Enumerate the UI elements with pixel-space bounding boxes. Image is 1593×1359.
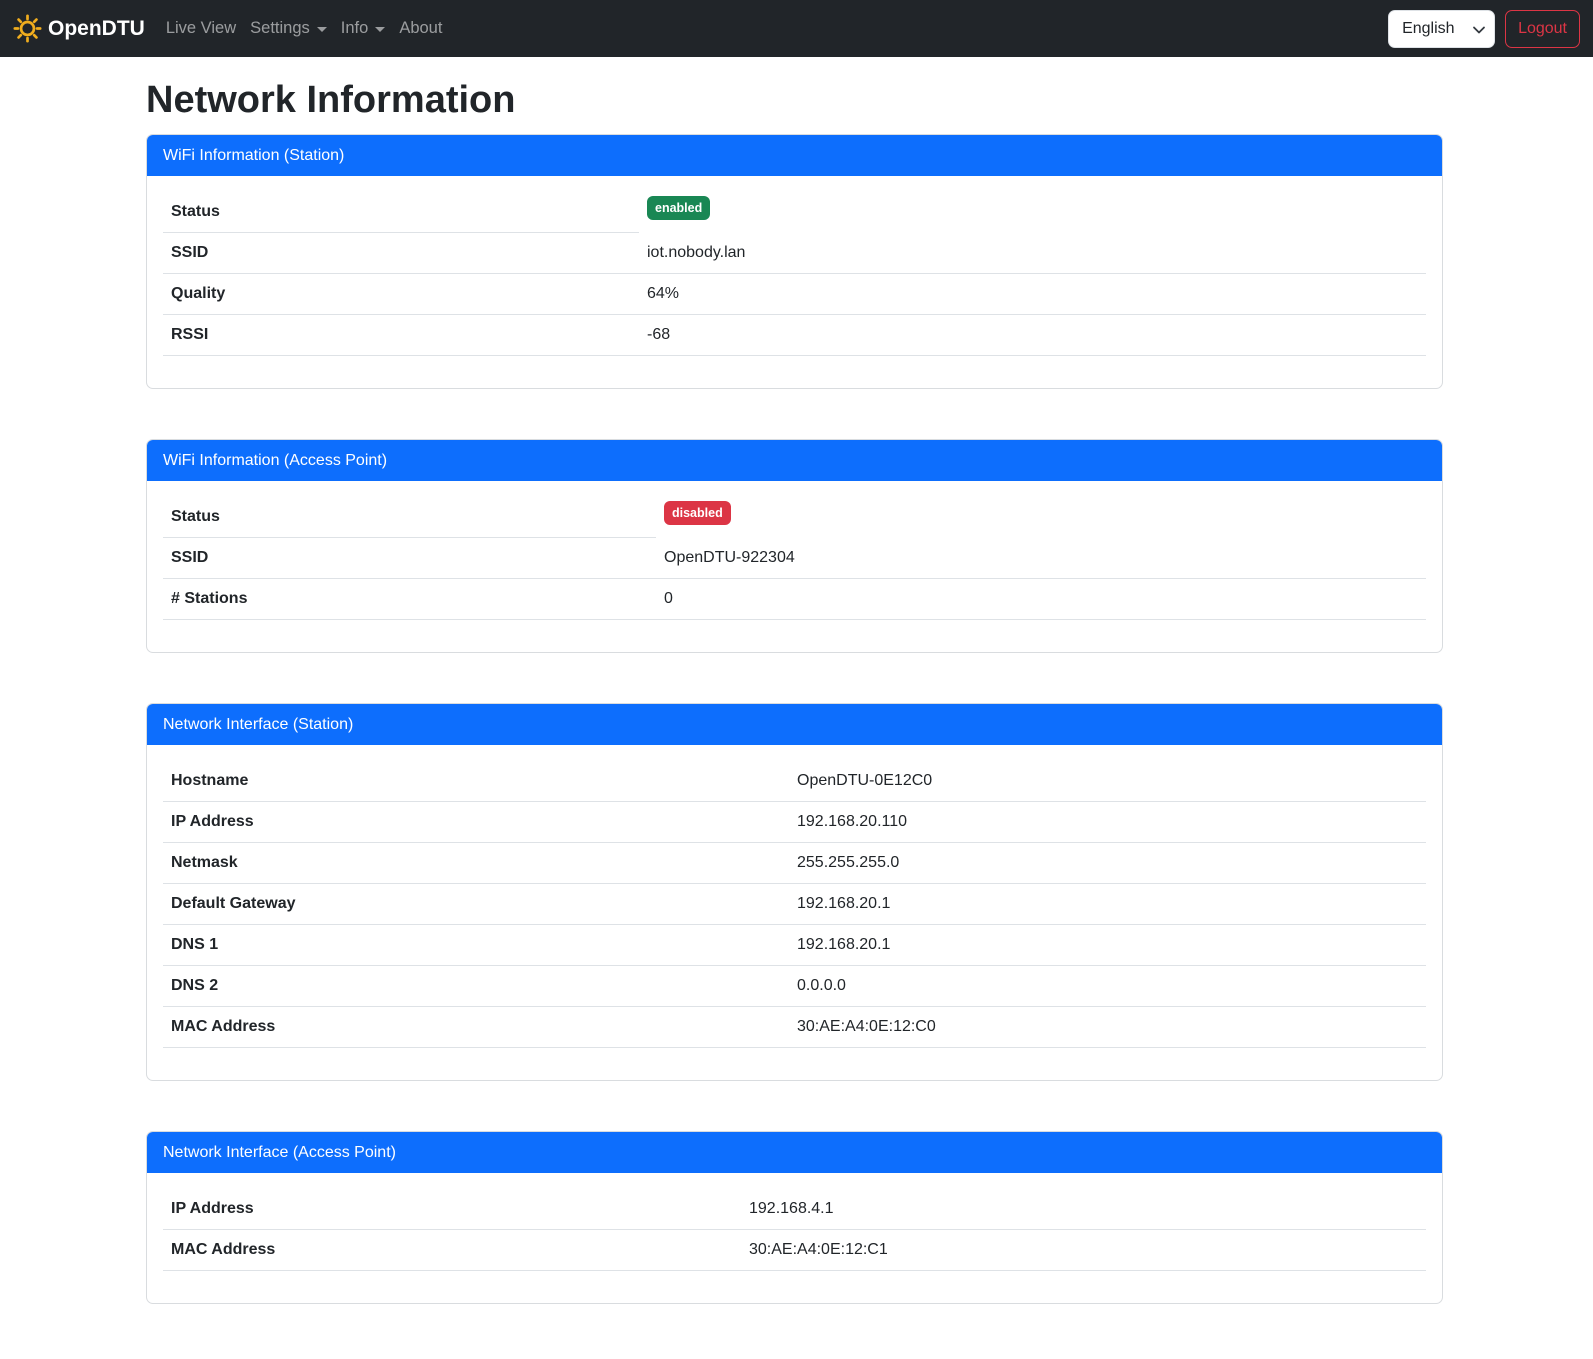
card-table: Status enabled SSID iot.nobody.lan Quali… xyxy=(163,192,1426,356)
info-value: OpenDTU-922304 xyxy=(656,538,1426,578)
card-body: IP Address 192.168.4.1 MAC Address 30:AE… xyxy=(147,1173,1442,1303)
info-value: -68 xyxy=(639,315,1426,355)
info-value: 255.255.255.0 xyxy=(789,843,1426,883)
language-select[interactable]: English xyxy=(1388,10,1495,48)
info-label: MAC Address xyxy=(163,1230,741,1270)
info-label: DNS 2 xyxy=(163,966,789,1006)
info-row: Status disabled xyxy=(163,497,1426,538)
language-select-wrap: English xyxy=(1388,10,1495,48)
info-row: SSID OpenDTU-922304 xyxy=(163,538,1426,579)
info-value: 0.0.0.0 xyxy=(789,966,1426,1006)
info-row: DNS 1 192.168.20.1 xyxy=(163,925,1426,966)
info-label: IP Address xyxy=(163,1189,741,1229)
badge-cell: enabled xyxy=(639,192,1426,233)
nav-link-live-view[interactable]: Live View xyxy=(159,11,243,46)
info-row: MAC Address 30:AE:A4:0E:12:C0 xyxy=(163,1007,1426,1048)
info-label: Default Gateway xyxy=(163,884,789,924)
info-value: 30:AE:A4:0E:12:C1 xyxy=(741,1230,1426,1270)
nav-item: Info xyxy=(334,11,393,46)
nav-link-label: About xyxy=(399,19,442,38)
info-label: Quality xyxy=(163,274,639,314)
info-label: MAC Address xyxy=(163,1007,789,1047)
card-body: Status enabled SSID iot.nobody.lan Quali… xyxy=(147,176,1442,388)
info-label: SSID xyxy=(163,233,639,273)
info-value: 192.168.20.1 xyxy=(789,925,1426,965)
info-value: 192.168.20.110 xyxy=(789,802,1426,842)
info-card: Network Interface (Station) Hostname Ope… xyxy=(146,703,1443,1081)
nav-item: Settings xyxy=(243,11,334,46)
info-row: Status enabled xyxy=(163,192,1426,233)
card-header: Network Interface (Access Point) xyxy=(147,1132,1442,1173)
nav-link-label: Settings xyxy=(250,19,310,38)
brand-link[interactable]: OpenDTU xyxy=(12,13,145,44)
info-row: MAC Address 30:AE:A4:0E:12:C1 xyxy=(163,1230,1426,1271)
page-title: Network Information xyxy=(146,78,1443,124)
info-card: WiFi Information (Station) Status enable… xyxy=(146,134,1443,389)
status-badge: enabled xyxy=(647,196,710,221)
info-value: 0 xyxy=(656,579,1426,619)
card-header: WiFi Information (Station) xyxy=(147,135,1442,176)
info-label: RSSI xyxy=(163,315,639,355)
nav-link-about[interactable]: About xyxy=(392,11,449,46)
card-header: WiFi Information (Access Point) xyxy=(147,440,1442,481)
info-label: IP Address xyxy=(163,802,789,842)
info-row: RSSI -68 xyxy=(163,315,1426,356)
nav-link-label: Live View xyxy=(166,19,236,38)
status-badge: disabled xyxy=(664,501,731,526)
info-value: 30:AE:A4:0E:12:C0 xyxy=(789,1007,1426,1047)
info-label: Hostname xyxy=(163,761,789,801)
caret-down-icon xyxy=(375,27,385,32)
badge-cell: disabled xyxy=(656,497,1426,538)
info-label: Netmask xyxy=(163,843,789,883)
info-row: Default Gateway 192.168.20.1 xyxy=(163,884,1426,925)
nav-menu: Live View Settings Info About xyxy=(159,11,450,46)
main-content: Network Information WiFi Information (St… xyxy=(146,78,1443,1304)
info-row: Quality 64% xyxy=(163,274,1426,315)
navbar-right: English Logout xyxy=(1388,10,1580,48)
info-value: 192.168.4.1 xyxy=(741,1189,1426,1229)
sun-icon xyxy=(12,13,43,44)
info-row: IP Address 192.168.4.1 xyxy=(163,1189,1426,1230)
info-row: Netmask 255.255.255.0 xyxy=(163,843,1426,884)
card-table: Status disabled SSID OpenDTU-922304 # St… xyxy=(163,497,1426,620)
info-value: iot.nobody.lan xyxy=(639,233,1426,273)
card-body: Hostname OpenDTU-0E12C0 IP Address 192.1… xyxy=(147,745,1442,1080)
cards: WiFi Information (Station) Status enable… xyxy=(146,134,1443,1304)
info-label: # Stations xyxy=(163,579,656,619)
info-value: 64% xyxy=(639,274,1426,314)
info-row: SSID iot.nobody.lan xyxy=(163,233,1426,274)
info-row: # Stations 0 xyxy=(163,579,1426,620)
info-label: Status xyxy=(163,192,639,233)
nav-item: Live View xyxy=(159,11,243,46)
info-label: Status xyxy=(163,497,656,538)
info-value: OpenDTU-0E12C0 xyxy=(789,761,1426,801)
logout-button[interactable]: Logout xyxy=(1505,10,1580,48)
nav-link-info[interactable]: Info xyxy=(334,11,393,46)
info-row: DNS 2 0.0.0.0 xyxy=(163,966,1426,1007)
info-label: DNS 1 xyxy=(163,925,789,965)
info-row: Hostname OpenDTU-0E12C0 xyxy=(163,761,1426,802)
info-card: WiFi Information (Access Point) Status d… xyxy=(146,439,1443,653)
info-card: Network Interface (Access Point) IP Addr… xyxy=(146,1131,1443,1304)
navbar: OpenDTU Live View Settings Info About En… xyxy=(0,0,1593,57)
card-table: IP Address 192.168.4.1 MAC Address 30:AE… xyxy=(163,1189,1426,1271)
info-label: SSID xyxy=(163,538,656,578)
card-header: Network Interface (Station) xyxy=(147,704,1442,745)
caret-down-icon xyxy=(317,27,327,32)
brand-label: OpenDTU xyxy=(48,17,145,41)
nav-link-settings[interactable]: Settings xyxy=(243,11,334,46)
card-table: Hostname OpenDTU-0E12C0 IP Address 192.1… xyxy=(163,761,1426,1048)
card-body: Status disabled SSID OpenDTU-922304 # St… xyxy=(147,481,1442,652)
nav-item: About xyxy=(392,11,449,46)
info-value: 192.168.20.1 xyxy=(789,884,1426,924)
nav-link-label: Info xyxy=(341,19,369,38)
info-row: IP Address 192.168.20.110 xyxy=(163,802,1426,843)
